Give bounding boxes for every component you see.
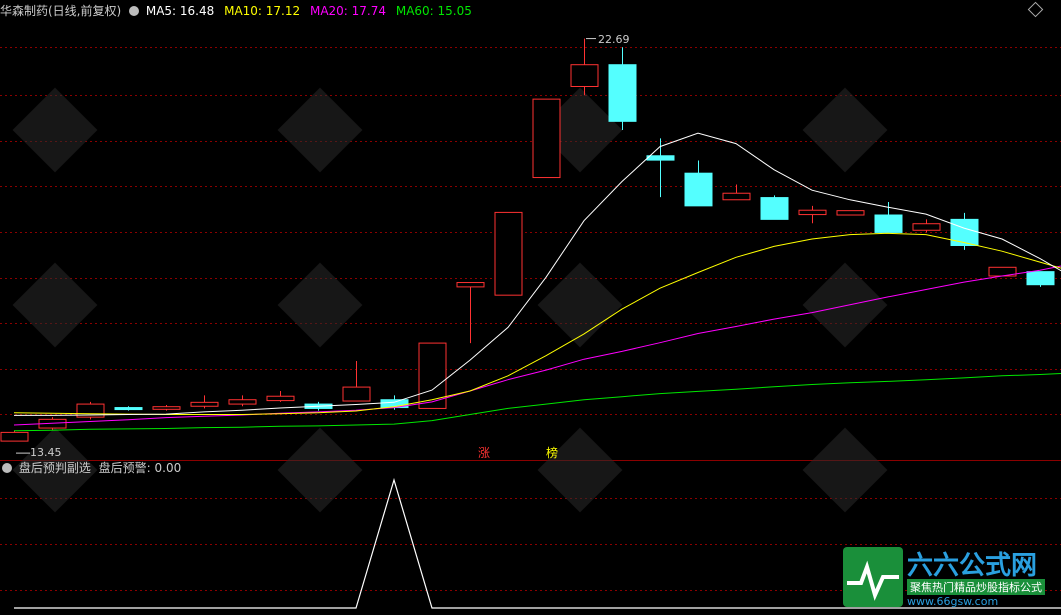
limit-up-tag[interactable]: 涨 xyxy=(478,444,490,461)
ma10-value: MA10: 17.12 xyxy=(224,4,301,18)
watermark-diamond xyxy=(277,427,363,513)
candle-body xyxy=(684,172,713,207)
candle-body xyxy=(114,407,143,411)
watermark-slogan: 聚焦热门精品炒股指标公式 xyxy=(907,579,1045,595)
candle-body xyxy=(152,406,181,410)
indicator-menu-icon[interactable] xyxy=(129,6,140,16)
candle-body xyxy=(0,431,29,442)
sub-indicator-name[interactable]: 盘后预判副选 xyxy=(19,461,91,475)
candle-body xyxy=(760,197,789,220)
candle-body xyxy=(798,209,827,216)
watermark-diamond xyxy=(277,262,363,348)
logo-badge-icon xyxy=(843,547,903,607)
candle-body xyxy=(456,282,485,288)
sub-indicator-menu-icon[interactable] xyxy=(2,463,12,473)
high-price-label: 22.69 xyxy=(598,32,630,46)
watermark-diamond xyxy=(12,87,98,173)
candle-body xyxy=(912,223,941,231)
watermark-brand: 六六公式网 xyxy=(907,551,1038,581)
watermark-diamond xyxy=(802,262,888,348)
watermark-diamond xyxy=(537,427,623,513)
watermark-diamond xyxy=(802,427,888,513)
candle-body xyxy=(950,218,979,247)
ma60-line xyxy=(13,373,1061,432)
candle-body xyxy=(874,214,903,233)
candle-body xyxy=(190,401,219,407)
candle-body xyxy=(228,399,257,405)
candle-body xyxy=(342,386,371,402)
ma20-line xyxy=(13,265,1061,426)
candle-body xyxy=(722,192,751,201)
watermark-diamond xyxy=(12,262,98,348)
sub-indicator-value: 盘后预警: 0.00 xyxy=(98,461,182,475)
candle-body xyxy=(266,395,295,402)
watermark-diamond xyxy=(277,87,363,173)
candle-body xyxy=(836,210,865,216)
dragon-tiger-tag[interactable]: 榜 xyxy=(546,444,558,461)
candle-body xyxy=(494,211,523,296)
watermark-layer xyxy=(12,87,888,513)
watermark-logo: 六六公式网 聚焦热门精品炒股指标公式 www.66gsw.com xyxy=(843,545,1058,609)
candle-body xyxy=(1026,271,1055,286)
candle-body xyxy=(532,98,561,179)
watermark-url: www.66gsw.com xyxy=(907,595,999,608)
ma60-value: MA60: 15.05 xyxy=(395,4,472,18)
watermark-diamond xyxy=(537,262,623,348)
candle-body xyxy=(646,155,675,161)
ma20-value: MA20: 17.74 xyxy=(309,4,387,18)
low-price-label: 13.45 xyxy=(30,446,62,460)
sub-chart-header: 盘后预判副选 盘后预警: 0.00 xyxy=(0,461,181,475)
stock-name[interactable]: 华森制药(日线,前复权) xyxy=(0,4,121,18)
chart-canvas xyxy=(0,38,1061,609)
candle-body xyxy=(570,64,599,87)
watermark-diamond xyxy=(802,87,888,173)
main-chart-header: 华森制药(日线,前复权) MA5: 16.48 MA10: 17.12 MA20… xyxy=(0,4,472,18)
ma5-value: MA5: 16.48 xyxy=(145,4,215,18)
candle-body xyxy=(608,64,637,122)
